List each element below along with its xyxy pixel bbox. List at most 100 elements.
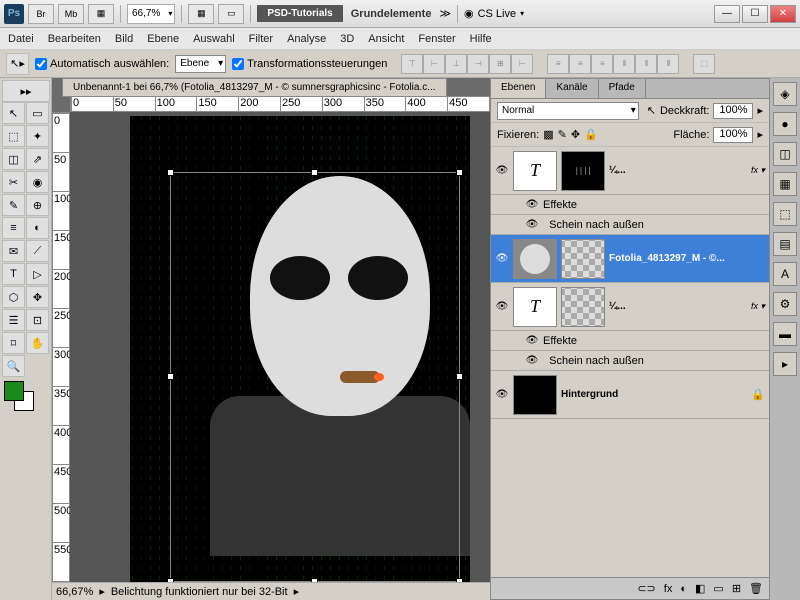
align-btn[interactable]: ⊢ (423, 54, 445, 74)
fg-swatch[interactable] (4, 381, 24, 401)
tool-20[interactable]: ⌑ (2, 332, 25, 354)
minibridge-button[interactable]: Mb (58, 4, 84, 24)
transform-box[interactable] (170, 172, 460, 582)
panel-action-icon[interactable]: 🗑 (749, 582, 763, 595)
lock-pos-icon[interactable]: ✥ (571, 128, 580, 141)
menu-filter[interactable]: Filter (249, 33, 273, 45)
tool-collapse[interactable]: ▸▸ (2, 80, 50, 102)
tool-8[interactable]: ✎ (2, 194, 25, 216)
layer-thumb[interactable]: T (513, 287, 557, 327)
fill-field[interactable]: 100% (713, 127, 753, 143)
layer-effect[interactable]: 👁Effekte (491, 331, 769, 351)
dock-panel-icon[interactable]: ▸ (773, 352, 797, 376)
menu-analyse[interactable]: Analyse (287, 33, 326, 45)
tool-11[interactable]: ◐ (26, 217, 49, 239)
align-btn[interactable]: ⊣ (467, 54, 489, 74)
layer-effect[interactable]: 👁 Schein nach außen (491, 351, 769, 371)
tool-18[interactable]: ☰ (2, 309, 25, 331)
layer-name[interactable]: ¼... (609, 301, 747, 312)
dist-btn[interactable]: ≡ (547, 54, 569, 74)
tool-4[interactable]: ◫ (2, 148, 25, 170)
layer-effect[interactable]: 👁 Schein nach außen (491, 215, 769, 235)
layer-row[interactable]: 👁Hintergrund🔒 (491, 371, 769, 419)
tool-16[interactable]: ⬡ (2, 286, 25, 308)
workspace-grund[interactable]: Grundelemente (347, 8, 436, 20)
tool-21[interactable]: ✋ (26, 332, 49, 354)
lock-trans-icon[interactable]: ▩ (543, 128, 553, 141)
panel-tab-kanäle[interactable]: Kanäle (546, 79, 598, 98)
lock-all-icon[interactable]: 🔒 (584, 128, 598, 141)
arrange-button[interactable]: ▦ (88, 4, 114, 24)
layer-thumb[interactable] (513, 239, 557, 279)
dist-btn[interactable]: ⫴ (635, 54, 657, 74)
layer-mask[interactable]: | | | | (561, 151, 605, 191)
dock-panel-icon[interactable]: ● (773, 112, 797, 136)
layer-row[interactable]: 👁Fotolia_4813297_M - ©... (491, 235, 769, 283)
tool-13[interactable]: ⟋ (26, 240, 49, 262)
auto-select-checkbox[interactable] (35, 58, 47, 70)
menu-hilfe[interactable]: Hilfe (470, 33, 492, 45)
tool-6[interactable]: ✂ (2, 171, 25, 193)
layer-mask[interactable] (561, 287, 605, 327)
chevron-right-icon[interactable]: ≫ (439, 7, 451, 20)
tool-1[interactable]: ▭ (26, 102, 49, 124)
panel-action-icon[interactable]: ◐ (680, 583, 687, 595)
menu-ebene[interactable]: Ebene (147, 33, 179, 45)
cslive-label[interactable]: CS Live (478, 8, 517, 20)
menu-bild[interactable]: Bild (115, 33, 133, 45)
lock-pixels-icon[interactable]: ✎ (558, 128, 567, 141)
dock-panel-icon[interactable]: ⚙ (773, 292, 797, 316)
auto-align-button[interactable]: ⬚ (693, 54, 715, 74)
tool-2[interactable]: ⬚ (2, 125, 25, 147)
layer-row[interactable]: 👁T| | | |¼...fx ▾ (491, 147, 769, 195)
visibility-icon[interactable]: 👁 (495, 389, 509, 400)
tool-9[interactable]: ⊕ (26, 194, 49, 216)
panel-action-icon[interactable]: ⊞ (732, 582, 741, 595)
tool-7[interactable]: ◉ (26, 171, 49, 193)
panel-tab-ebenen[interactable]: Ebenen (491, 79, 546, 98)
tool-19[interactable]: ⊡ (26, 309, 49, 331)
document-tab[interactable]: Unbenannt-1 bei 66,7% (Fotolia_4813297_M… (62, 78, 447, 97)
workspace-tutorials[interactable]: PSD-Tutorials (257, 5, 342, 22)
align-btn[interactable]: ⊞ (489, 54, 511, 74)
menu-bearbeiten[interactable]: Bearbeiten (48, 33, 101, 45)
zoom-dropdown[interactable]: 66,7% (127, 4, 175, 24)
dock-panel-icon[interactable]: A (773, 262, 797, 286)
transform-checkbox[interactable] (232, 58, 244, 70)
visibility-icon[interactable]: 👁 (495, 301, 509, 312)
menu-3d[interactable]: 3D (340, 33, 354, 45)
layer-name[interactable]: Hintergrund (561, 389, 747, 400)
tool-15[interactable]: ▷ (26, 263, 49, 285)
chevron-down-icon[interactable]: ▾ (520, 9, 524, 18)
menu-auswahl[interactable]: Auswahl (193, 33, 235, 45)
bridge-button[interactable]: Br (28, 4, 54, 24)
grid-button[interactable]: ▦ (188, 4, 214, 24)
dist-btn[interactable]: ⫴ (613, 54, 635, 74)
proof-button[interactable]: ▭ (218, 4, 244, 24)
menu-fenster[interactable]: Fenster (418, 33, 455, 45)
layer-name[interactable]: Fotolia_4813297_M - ©... (609, 253, 765, 264)
align-btn[interactable]: ⊥ (445, 54, 467, 74)
panel-action-icon[interactable]: fx (664, 583, 673, 595)
tool-3[interactable]: ✦ (26, 125, 49, 147)
layer-thumb[interactable]: T (513, 151, 557, 191)
layer-row[interactable]: 👁T¼...fx ▾ (491, 283, 769, 331)
maximize-button[interactable]: ☐ (742, 5, 768, 23)
layer-mask[interactable] (561, 239, 605, 279)
blend-mode-dropdown[interactable]: Normal (497, 102, 639, 120)
panel-action-icon[interactable]: ⊂⊃ (637, 582, 655, 595)
tool-10[interactable]: ≡ (2, 217, 25, 239)
move-tool-indicator[interactable]: ↖▸ (6, 53, 29, 75)
minimize-button[interactable]: — (714, 5, 740, 23)
panel-action-icon[interactable]: ▭ (713, 582, 723, 595)
dock-panel-icon[interactable]: ▦ (773, 172, 797, 196)
auto-select-target[interactable]: Ebene (175, 55, 226, 73)
close-button[interactable]: ✕ (770, 5, 796, 23)
menu-datei[interactable]: Datei (8, 33, 34, 45)
dock-panel-icon[interactable]: ◫ (773, 142, 797, 166)
visibility-icon[interactable]: 👁 (495, 165, 509, 176)
tool-17[interactable]: ✥ (26, 286, 49, 308)
tool-5[interactable]: ⇗ (26, 148, 49, 170)
dock-panel-icon[interactable]: ◈ (773, 82, 797, 106)
tool-0[interactable]: ↖ (2, 102, 25, 124)
